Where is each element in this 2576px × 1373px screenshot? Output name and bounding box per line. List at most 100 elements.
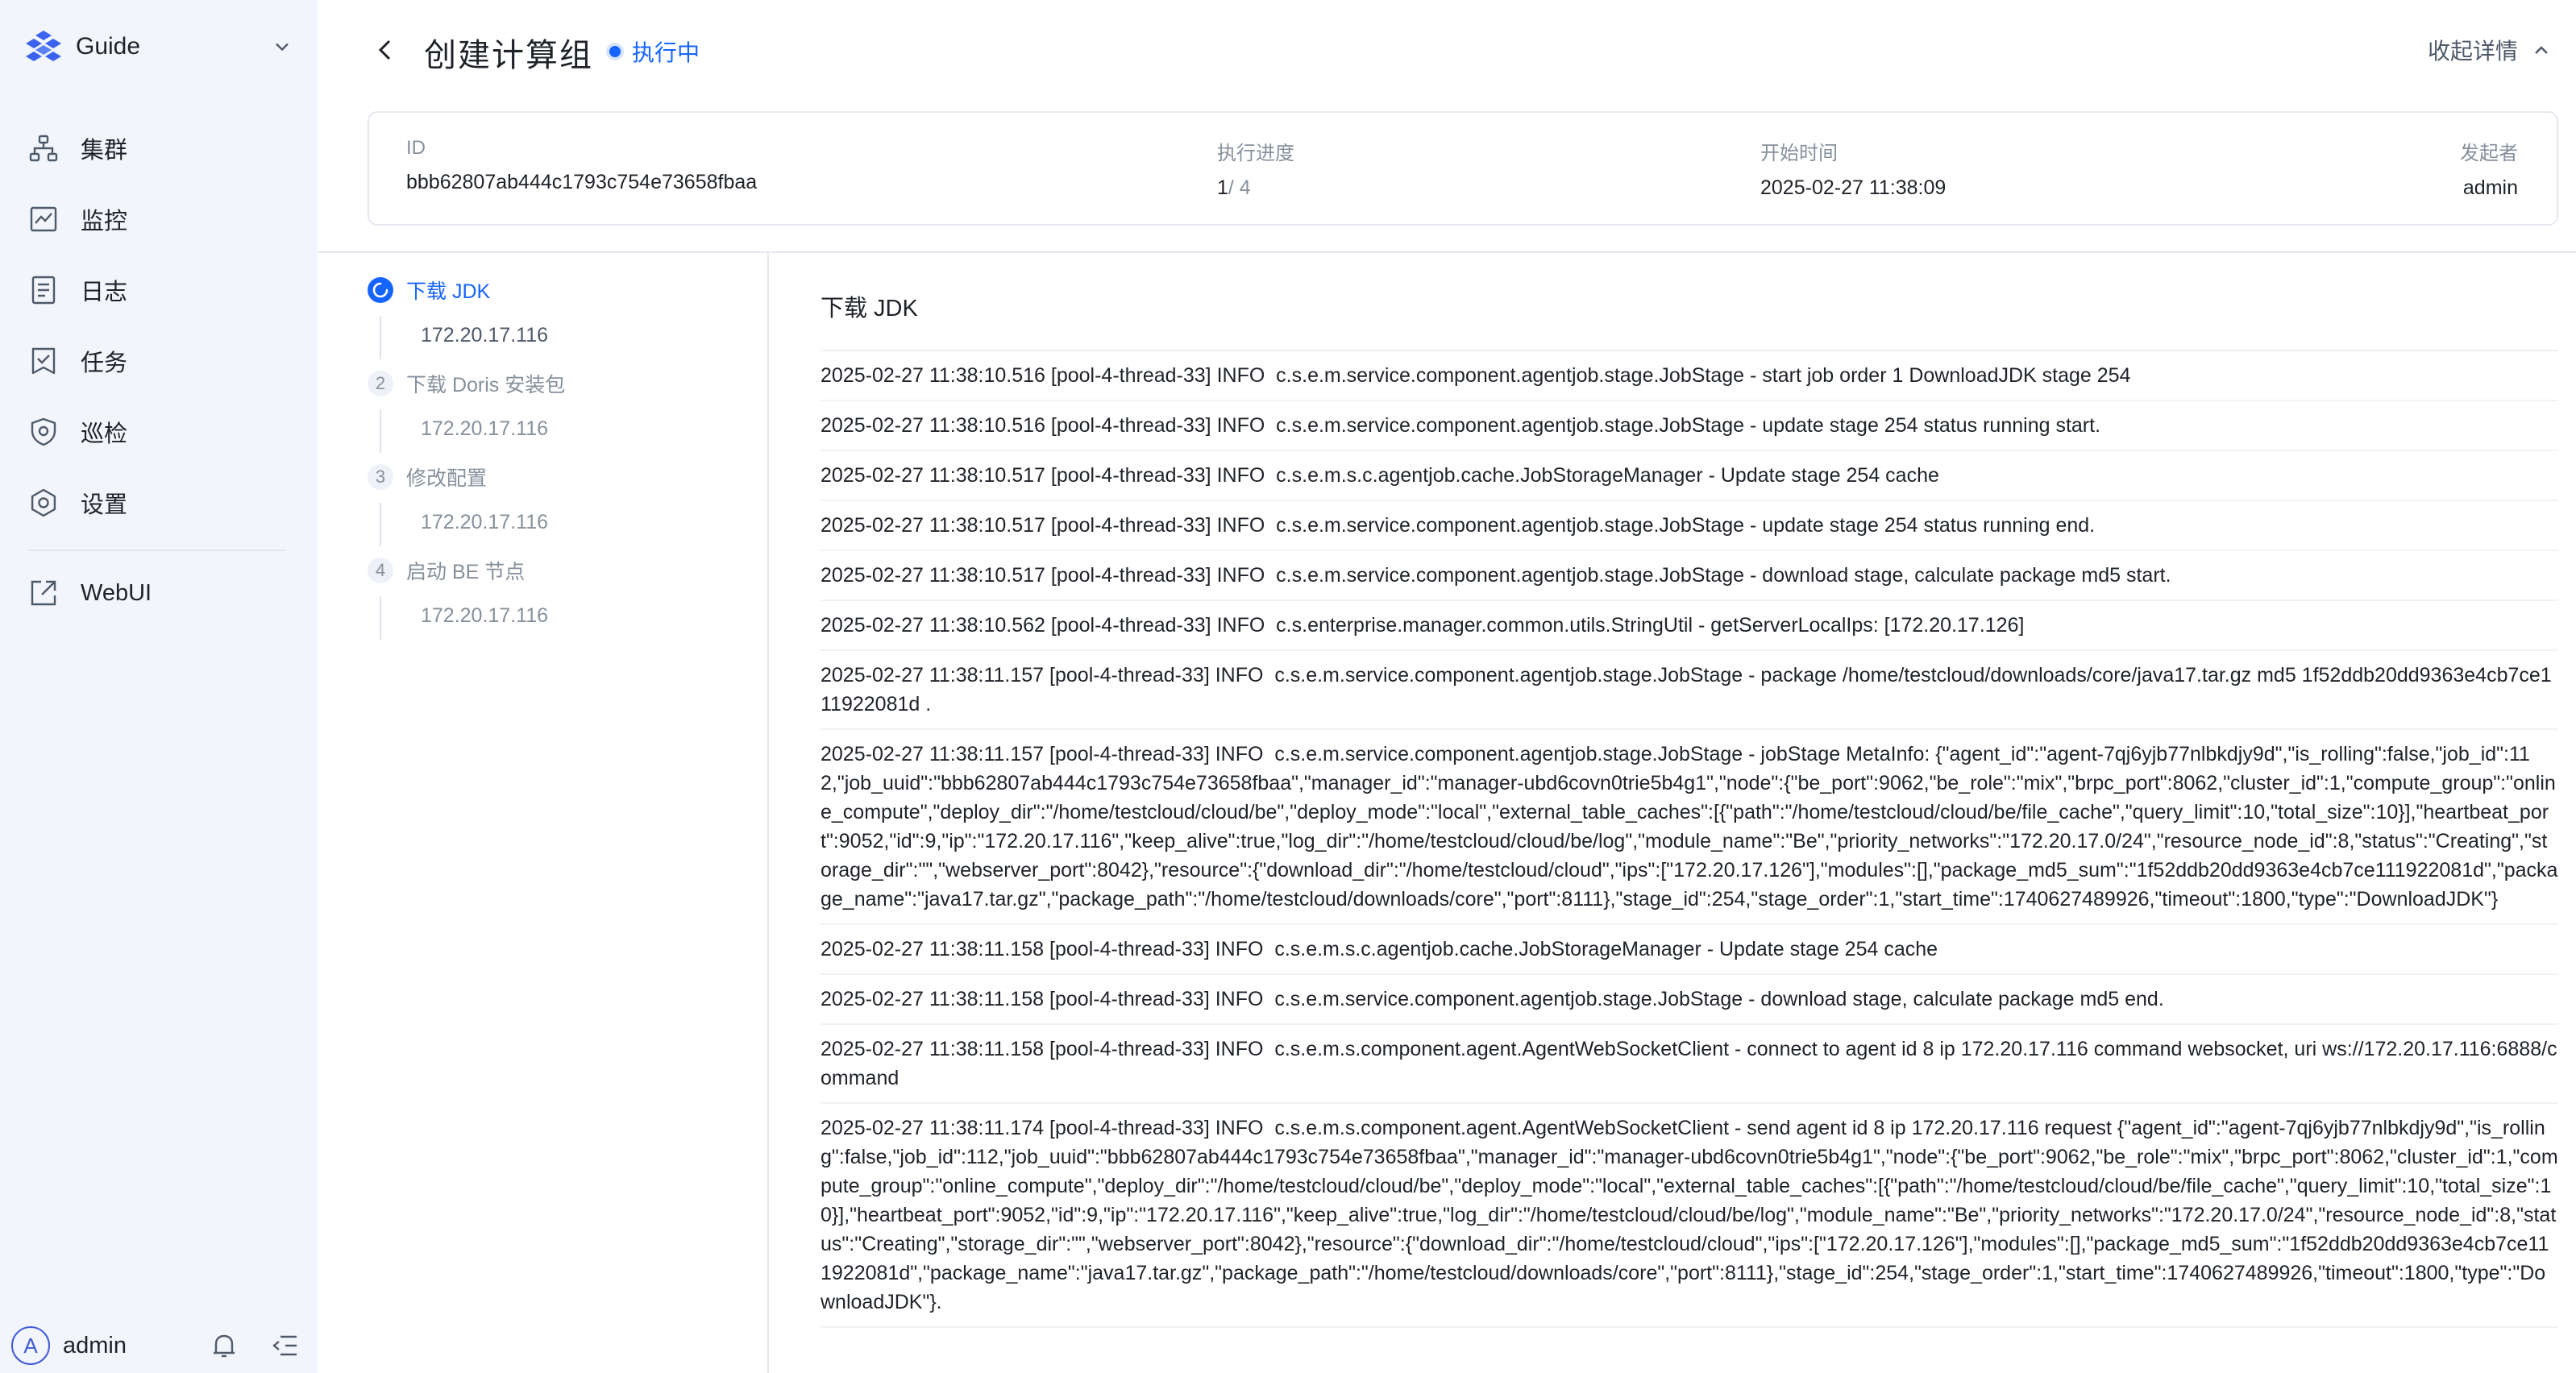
start-time-field: 开始时间 2025-02-27 11:38:09 [1760, 137, 1946, 200]
step-name: 修改配置 [406, 467, 488, 490]
sidebar-item-log[interactable]: 日志 [0, 255, 318, 326]
step-item: 下载 JDK 172.20.17.116 [368, 274, 754, 367]
section-divider [318, 251, 2576, 253]
status-text: 执行中 [632, 40, 700, 65]
start-time-label: 开始时间 [1760, 143, 1838, 164]
step-connector [380, 503, 381, 546]
step-connector [380, 409, 381, 453]
step-name: 启动 BE 节点 [406, 561, 526, 583]
external-link-icon [31, 580, 56, 606]
log-entry: 2025-02-27 11:38:10.517 [pool-4-thread-3… [821, 451, 2558, 501]
step-header[interactable]: 下载 JDK [368, 274, 754, 306]
sidebar-item-label: 设置 [81, 492, 128, 518]
step-number: 3 [368, 464, 393, 490]
initiator-value: admin [2462, 176, 2518, 199]
collapse-details-label: 收起详情 [2427, 39, 2518, 64]
log-entry: 2025-02-27 11:38:10.517 [pool-4-thread-3… [821, 501, 2558, 551]
cluster-icon [29, 135, 58, 162]
workspace-name: Guide [76, 33, 141, 60]
step-loading-icon [368, 277, 393, 303]
brand-logo-icon [26, 31, 61, 61]
step-number: 4 [368, 558, 393, 583]
step-host[interactable]: 172.20.17.116 [421, 604, 548, 628]
monitor-icon [30, 206, 57, 232]
log-entry: 2025-02-27 11:38:10.517 [pool-4-thread-3… [821, 551, 2558, 601]
page-title: 创建计算组 [424, 38, 593, 73]
sidebar-footer: A admin [11, 1325, 301, 1367]
step-list: 下载 JDK 172.20.17.116 2 下载 Doris 安装包 172.… [368, 274, 754, 648]
log-entry: 2025-02-27 11:38:11.157 [pool-4-thread-3… [821, 651, 2558, 730]
step-name: 下载 Doris 安装包 [406, 374, 566, 396]
sidebar-item-monitor[interactable]: 监控 [0, 184, 318, 255]
step-number: 2 [368, 371, 393, 396]
sidebar-item-cluster[interactable]: 集群 [0, 113, 318, 184]
step-connector [380, 316, 381, 359]
job-id-value: bbb62807ab444c1793c754e73658fbaa [406, 171, 758, 193]
step-host[interactable]: 172.20.17.116 [421, 417, 548, 441]
log-entry: 2025-02-27 11:38:11.158 [pool-4-thread-3… [821, 925, 2558, 975]
log-entry: 2025-02-27 11:38:10.562 [pool-4-thread-3… [821, 601, 2558, 651]
sidebar-divider [27, 550, 285, 551]
avatar[interactable]: A [11, 1326, 50, 1365]
sidebar-item-webui[interactable]: WebUI [0, 558, 318, 628]
spinner-icon [368, 278, 393, 302]
log-entry: 2025-02-27 11:38:10.516 [pool-4-thread-3… [821, 351, 2558, 401]
log-entry: 2025-02-27 11:38:11.157 [pool-4-thread-3… [821, 730, 2558, 925]
sidebar-nav-external: WebUI [0, 558, 318, 628]
job-info-card: ID bbb62807ab444c1793c754e73658fbaa 执行进度… [368, 111, 2558, 226]
job-id-label: ID [406, 137, 426, 159]
log-panel[interactable]: 下载 JDK 2025-02-27 11:38:10.516 [pool-4-t… [821, 274, 2558, 1328]
progress-value: 1/ 4 [1217, 176, 1294, 200]
step-item: 2 下载 Doris 安装包 172.20.17.116 [368, 367, 754, 461]
chevron-up-icon [2535, 46, 2548, 54]
sidebar-item-settings[interactable]: 设置 [0, 467, 318, 538]
step-header[interactable]: 2 下载 Doris 安装包 [368, 367, 754, 400]
progress-field: 执行进度 1/ 4 [1217, 137, 1294, 200]
task-icon [31, 347, 56, 375]
step-item: 4 启动 BE 节点 172.20.17.116 [368, 554, 754, 648]
step-item: 3 修改配置 172.20.17.116 [368, 461, 754, 554]
job-id-field: ID bbb62807ab444c1793c754e73658fbaa [406, 137, 757, 194]
progress-done: 1 [1217, 176, 1228, 199]
collapse-sidebar-icon[interactable] [269, 1329, 301, 1362]
log-entry: 2025-02-27 11:38:11.158 [pool-4-thread-3… [821, 975, 2558, 1025]
sidebar-item-label: 监控 [81, 209, 128, 234]
sidebar-item-label: 日志 [81, 280, 128, 305]
status-badge: 执行中 [609, 35, 700, 68]
sidebar-item-label: 集群 [81, 138, 128, 164]
log-entry: 2025-02-27 11:38:11.174 [pool-4-thread-3… [821, 1104, 2558, 1328]
progress-total: / 4 [1228, 176, 1251, 199]
step-name: 下载 JDK [406, 280, 491, 303]
page-header: 创建计算组 执行中 收起详情 [318, 0, 2576, 100]
bell-icon[interactable] [208, 1329, 240, 1362]
back-arrow-icon[interactable] [371, 35, 400, 64]
chevron-down-icon [276, 43, 289, 52]
gear-icon [31, 488, 56, 517]
initiator-field: 发起者 admin [2460, 137, 2518, 200]
status-dot [609, 46, 621, 57]
workspace-switcher[interactable]: Guide [24, 26, 293, 68]
sidebar-item-label: 巡检 [81, 421, 128, 447]
step-connector [380, 596, 381, 640]
sidebar-item-inspection[interactable]: 巡检 [0, 396, 318, 467]
progress-label: 执行进度 [1217, 143, 1294, 164]
user-name[interactable]: admin [63, 1333, 179, 1359]
sidebar: Guide 集群 监控 日志 任务 巡检 设置 WebUI A admin [0, 0, 318, 1373]
log-title: 下载 JDK [821, 274, 2558, 351]
initiator-label: 发起者 [2460, 143, 2518, 164]
step-header[interactable]: 4 启动 BE 节点 [368, 554, 754, 587]
log-icon [31, 276, 56, 305]
panel-divider [767, 251, 769, 1373]
step-host[interactable]: 172.20.17.116 [421, 511, 548, 534]
sidebar-item-label: WebUI [81, 579, 152, 606]
step-header[interactable]: 3 修改配置 [368, 461, 754, 493]
inspection-icon [31, 417, 56, 446]
start-time-value: 2025-02-27 11:38:09 [1760, 176, 1947, 199]
log-entry: 2025-02-27 11:38:11.158 [pool-4-thread-3… [821, 1025, 2558, 1104]
log-entry: 2025-02-27 11:38:10.516 [pool-4-thread-3… [821, 401, 2558, 451]
step-host[interactable]: 172.20.17.116 [421, 324, 548, 347]
sidebar-item-task[interactable]: 任务 [0, 326, 318, 396]
sidebar-nav: 集群 监控 日志 任务 巡检 设置 [0, 113, 318, 538]
collapse-details-button[interactable]: 收起详情 [2428, 34, 2553, 66]
sidebar-item-label: 任务 [81, 351, 128, 376]
